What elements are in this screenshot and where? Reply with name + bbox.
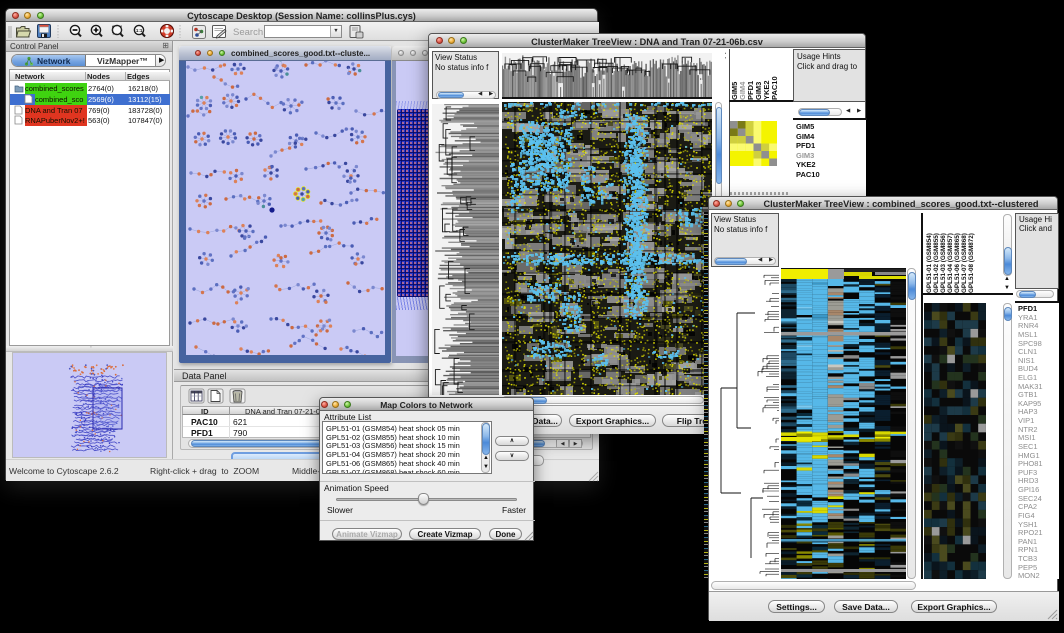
svg-text:GPL51-08 (GSM872): GPL51-08 (GSM872) [968, 233, 975, 293]
svg-text:GPL51-01 (GSM854): GPL51-01 (GSM854) [926, 233, 933, 293]
svg-text:GPL51-03 (GSM856): GPL51-03 (GSM856) [940, 233, 947, 293]
svg-text:PAC10: PAC10 [770, 76, 779, 100]
svg-text:GPL51-02 (GSM855): GPL51-02 (GSM855) [933, 233, 940, 293]
svg-text:1:1: 1:1 [136, 28, 143, 33]
svg-text:GPL51-07 (GSM868): GPL51-07 (GSM868) [961, 233, 968, 293]
svg-text:Search:: Search: [233, 27, 266, 38]
svg-text:GPL51-04 (GSM857): GPL51-04 (GSM857) [947, 233, 954, 293]
svg-text:GPL51-06 (GSM865): GPL51-06 (GSM865) [954, 233, 961, 293]
